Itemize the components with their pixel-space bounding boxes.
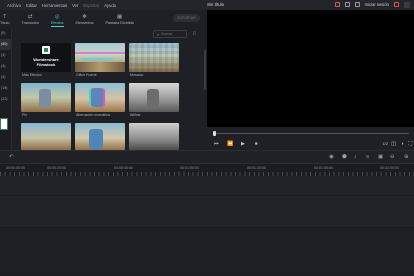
effect-thumb-more[interactable]: Wondershare Filmstock — [21, 43, 71, 72]
library-scrollbar[interactable] — [204, 50, 206, 90]
tab-efectos[interactable]: ◎ Efectos — [45, 10, 70, 27]
category-item[interactable]: (3) — [0, 50, 11, 61]
export-button[interactable]: EXPORTAR — [173, 14, 200, 22]
ruler-label: 00:01:00:00 — [180, 166, 199, 170]
effects-icon: ◎ — [54, 14, 60, 20]
playback-scrubber[interactable] — [213, 133, 409, 134]
tab-transicion[interactable]: ⇄ Transición — [16, 10, 45, 27]
menu-ayuda[interactable]: Ayuda — [104, 3, 116, 8]
rewind-icon[interactable]: ⏪ — [227, 141, 233, 147]
marker-icon[interactable]: ⬟ — [342, 154, 347, 160]
search-box[interactable]: ⌕ — [153, 30, 187, 38]
search-icon: ⌕ — [157, 31, 160, 37]
tab-label: Elementos — [75, 21, 94, 25]
timeline-toolbar: ↶ ◉ ⬟ ♪ ≡ ▣ ⊖ ⊕ — [0, 150, 414, 164]
category-item[interactable]: (0) — [0, 28, 11, 39]
menu-bar: Archivo Editar Herramientas Ver Exportar… — [0, 0, 116, 10]
undo-icon[interactable]: ↶ — [9, 154, 14, 160]
ruler-label: 00:00:20:00 — [47, 166, 66, 170]
mail-icon[interactable] — [394, 2, 399, 7]
ruler-label: 00:01:20:00 — [247, 166, 266, 170]
scrubber-handle[interactable] — [213, 131, 216, 136]
promo-badge[interactable] — [0, 118, 8, 130]
tab-label: Transición — [21, 21, 39, 25]
notification-icon[interactable] — [354, 2, 360, 7]
title-bar: Archivo Editar Herramientas Ver Exportar… — [0, 0, 414, 10]
tab-titulo[interactable]: T Título — [0, 10, 16, 27]
window-menu-button[interactable] — [404, 1, 410, 8]
effect-label: Aberración cromática — [76, 113, 110, 117]
title-actions: Iniciar sesión — [334, 1, 410, 8]
category-item[interactable]: (4) — [0, 61, 11, 72]
effect-thumb-glitch[interactable] — [75, 43, 125, 72]
effect-label: Pix — [22, 113, 27, 117]
filmstock-logo-icon — [42, 46, 50, 54]
timeline-ruler[interactable]: 00:00:00:00 00:00:20:00 00:00:40:00 00:0… — [0, 164, 414, 176]
zoom-in-icon[interactable]: ⊕ — [404, 154, 409, 160]
category-item[interactable]: (4) — [0, 72, 11, 83]
menu-editar[interactable]: Editar — [26, 3, 37, 8]
step-back-icon[interactable]: ⏮ — [214, 141, 219, 147]
fullscreen-icon[interactable]: ⛶ — [408, 141, 412, 147]
effect-thumb-row3-b[interactable] — [75, 123, 125, 150]
search-input[interactable] — [161, 32, 186, 36]
stop-icon[interactable]: ⏹ — [255, 141, 258, 147]
menu-exportar[interactable]: Exportar — [83, 3, 99, 8]
category-item[interactable]: (22) — [0, 94, 11, 105]
effect-thumb-chromatic[interactable] — [75, 83, 125, 112]
mic-icon[interactable]: ♪ — [354, 154, 357, 160]
timeline-track[interactable] — [0, 176, 414, 196]
snapshot-icon[interactable]: ▣ — [378, 154, 383, 160]
category-list: (0) (80) (3) (4) (4) (19) (22) — [0, 28, 12, 150]
media-library-panel: T Título ⇄ Transición ◎ Efectos ✥ Elemen… — [0, 10, 207, 150]
split-screen-icon: ▦ — [117, 14, 123, 20]
grid-view-icon[interactable]: ⁞⁞ — [193, 31, 196, 37]
login-link[interactable]: Iniciar sesión — [365, 2, 389, 7]
render-icon[interactable]: ◉ — [329, 154, 334, 160]
elements-icon: ✥ — [82, 14, 87, 20]
snapshot-icon[interactable]: ◫ — [391, 141, 396, 147]
effect-label: Más Efectos — [22, 73, 42, 77]
preview-quality[interactable]: 1/2 — [382, 141, 388, 146]
tab-label: Pantalla Dividida — [105, 21, 134, 25]
category-item[interactable]: (80) — [0, 39, 11, 50]
timeline-track[interactable] — [0, 196, 414, 228]
timeline-track[interactable] — [0, 228, 414, 276]
ruler-label: 00:01:40:00 — [314, 166, 333, 170]
title-icon: T — [3, 14, 7, 20]
ruler-label: 00:00:40:00 — [114, 166, 133, 170]
effect-label: Mosaico — [130, 73, 144, 77]
tab-elementos[interactable]: ✥ Elementos — [70, 10, 100, 27]
playback-bar: ⏮ ⏪ ▶ ⏹ 1/2 ◫ ◖ ⛶ — [207, 127, 414, 150]
filmstock-brand-sub: Filmstock — [36, 62, 56, 67]
effect-label: Glitch Fuerte — [76, 73, 97, 77]
category-item[interactable]: (19) — [0, 83, 11, 94]
tab-label: Efectos — [50, 21, 64, 25]
zoom-out-icon[interactable]: ⊖ — [390, 154, 395, 160]
effect-thumb-willow[interactable] — [129, 83, 179, 112]
tab-pantalla-dividida[interactable]: ▦ Pantalla Dividida — [100, 10, 140, 27]
ruler-label: 00:00:00:00 — [6, 166, 25, 170]
ruler-label: 00:02:00:00 — [380, 166, 399, 170]
effect-thumb-mosaic[interactable] — [129, 43, 179, 72]
headset-icon[interactable] — [344, 2, 350, 7]
gift-icon[interactable] — [334, 2, 340, 7]
effect-thumb-row3-a[interactable] — [21, 123, 71, 150]
menu-herramientas[interactable]: Herramientas — [42, 3, 67, 8]
list-icon[interactable]: ≡ — [366, 154, 369, 160]
volume-icon[interactable]: ◖ — [401, 141, 404, 147]
effect-label: Willow — [130, 113, 141, 117]
effect-thumb-row3-c[interactable] — [129, 123, 179, 150]
play-icon[interactable]: ▶ — [241, 141, 245, 147]
menu-archivo[interactable]: Archivo — [7, 3, 21, 8]
menu-ver[interactable]: Ver — [72, 3, 78, 8]
transition-icon: ⇄ — [27, 14, 33, 20]
window-title: Sin título — [207, 2, 225, 7]
effect-thumb-pix[interactable] — [21, 83, 71, 112]
tab-label: Título — [0, 21, 10, 25]
